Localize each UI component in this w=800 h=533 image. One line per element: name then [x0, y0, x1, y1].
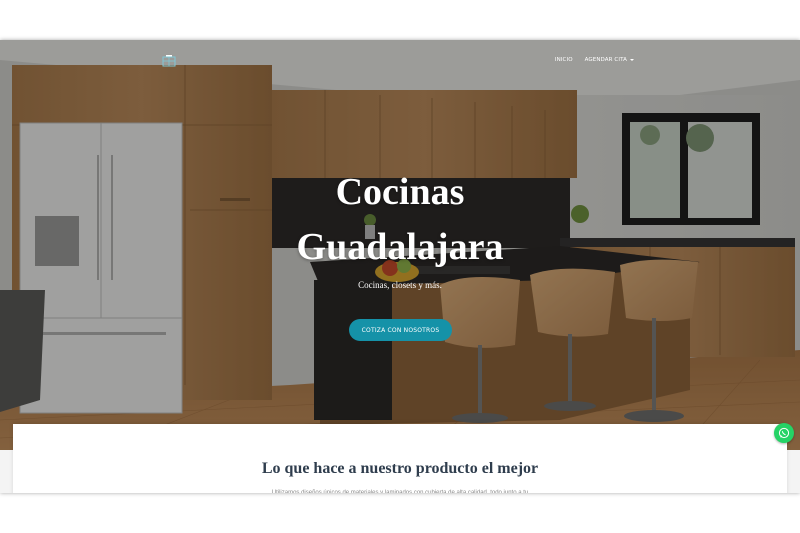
hero-title-line: Guadalajara: [296, 226, 504, 268]
cta-button[interactable]: COTIZA CON NOSOTROS: [349, 319, 452, 341]
nav-item-agendar-cita[interactable]: AGENDAR CITA: [585, 57, 634, 63]
hero-subtitle: Cocinas, closets y más.: [358, 280, 442, 290]
section-title: Lo que hace a nuestro producto el mejor: [261, 460, 539, 477]
kitchen-logo-icon[interactable]: [161, 53, 177, 69]
hero-title: Cocinas Guadalajara: [0, 165, 800, 275]
hero-section: INICIO AGENDAR CITA Cocinas Guadalajara …: [0, 40, 800, 450]
whatsapp-icon: [778, 427, 790, 439]
section-text: Utilizamos diseños únicos de materiales …: [271, 490, 529, 493]
nav-item-label: AGENDAR CITA: [584, 57, 627, 63]
whatsapp-button[interactable]: [774, 423, 794, 443]
browser-frame: INICIO AGENDAR CITA Cocinas Guadalajara …: [0, 40, 800, 493]
caret-down-icon: [630, 59, 634, 61]
main-nav: INICIO AGENDAR CITA: [555, 57, 634, 63]
features-section: Lo que hace a nuestro producto el mejor …: [13, 424, 787, 493]
cta-button-label: COTIZA CON NOSOTROS: [361, 326, 440, 334]
nav-item-inicio[interactable]: INICIO: [555, 57, 573, 63]
hero-title-line: Cocinas: [335, 171, 465, 213]
nav-item-label: INICIO: [554, 57, 573, 63]
